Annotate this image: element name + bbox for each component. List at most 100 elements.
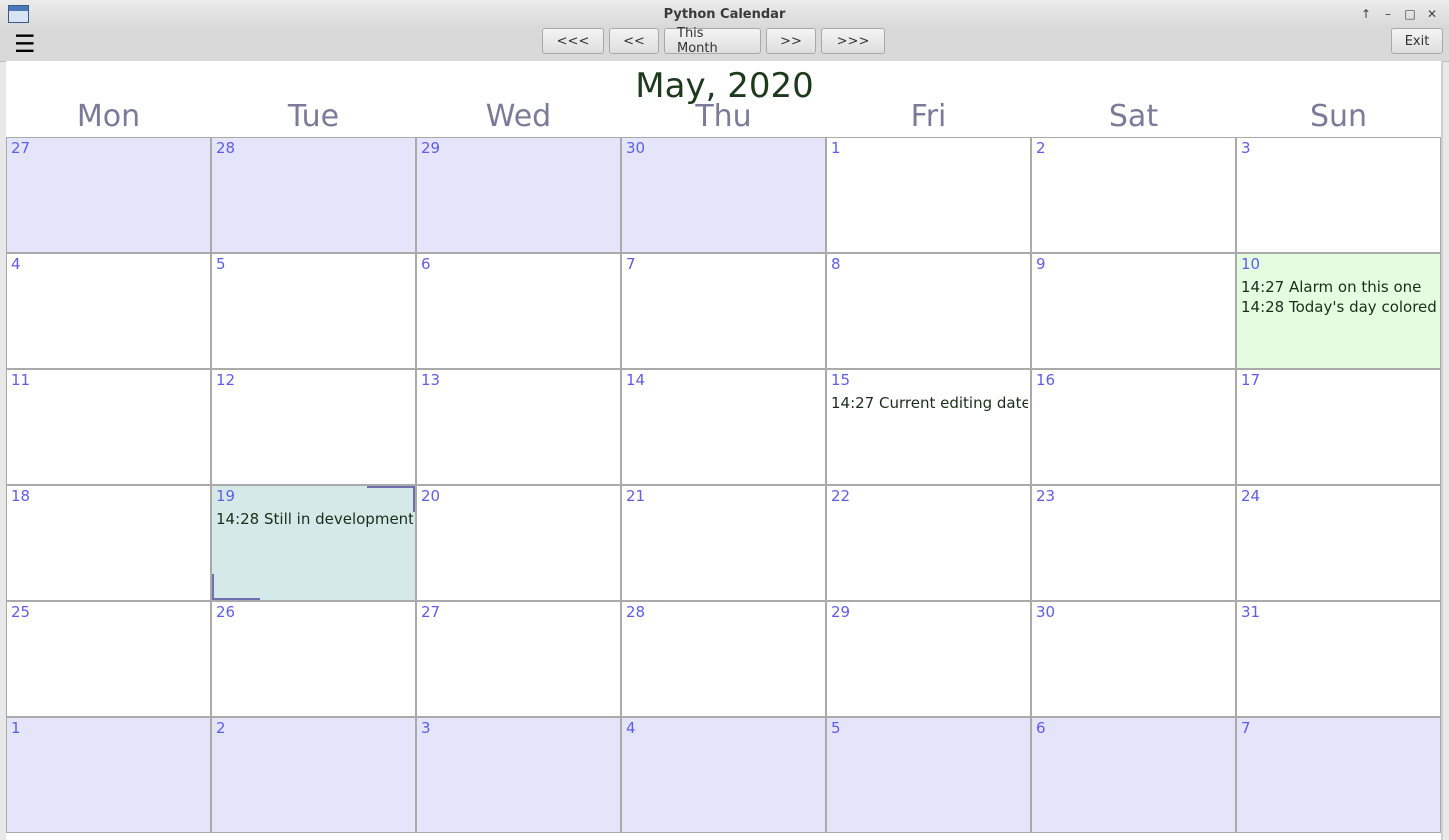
calendar-view: May, 2020 Mon Tue Wed Thu Fri Sat Sun 27 28 29 30… — [6, 61, 1443, 840]
day-cell[interactable]: 17 — [1236, 369, 1441, 485]
day-number: 26 — [216, 603, 236, 621]
day-cell[interactable]: 5 — [826, 717, 1031, 833]
window-controls: ↑ – □ ✕ — [1355, 5, 1443, 23]
day-number: 15 — [831, 371, 851, 389]
exit-button[interactable]: Exit — [1391, 28, 1443, 54]
day-number: 5 — [216, 255, 226, 273]
day-cell[interactable]: 26 — [211, 601, 416, 717]
day-number: 9 — [1036, 255, 1046, 273]
day-cell[interactable]: 31 — [1236, 601, 1441, 717]
day-number: 7 — [1241, 719, 1251, 737]
day-cell[interactable]: 13 — [416, 369, 621, 485]
calendar-event[interactable]: 14:27 Current editing date h — [831, 394, 1028, 412]
hamburger-menu-icon[interactable]: ☰ — [14, 32, 36, 56]
day-cell[interactable]: 19 14:28 Still in development — [211, 485, 416, 601]
day-cell[interactable]: 1 — [826, 137, 1031, 253]
window-title: Python Calendar — [663, 7, 786, 22]
day-cell[interactable]: 23 — [1031, 485, 1236, 601]
next-year-button[interactable]: >>> — [821, 28, 885, 54]
day-number: 21 — [626, 487, 646, 505]
day-number: 6 — [1036, 719, 1046, 737]
day-number: 3 — [421, 719, 431, 737]
day-cell[interactable]: 12 — [211, 369, 416, 485]
day-number: 16 — [1036, 371, 1056, 389]
day-number: 23 — [1036, 487, 1056, 505]
weekday-header-3: Thu — [695, 99, 752, 134]
day-number: 29 — [831, 603, 851, 621]
day-cell[interactable]: 6 — [416, 253, 621, 369]
day-cell[interactable]: 29 — [416, 137, 621, 253]
day-number: 6 — [421, 255, 431, 273]
day-cell[interactable]: 15 14:27 Current editing date h — [826, 369, 1031, 485]
day-number: 14 — [626, 371, 646, 389]
month-navigation: <<< << This Month >> >>> — [542, 26, 885, 56]
day-number: 13 — [421, 371, 441, 389]
weekday-header-4: Fri — [910, 99, 947, 134]
scroll-edge — [1441, 61, 1443, 840]
day-cell[interactable]: 7 — [1236, 717, 1441, 833]
day-number: 27 — [11, 139, 31, 157]
day-cell[interactable]: 1 — [6, 717, 211, 833]
day-number: 8 — [831, 255, 841, 273]
day-cell[interactable]: 2 — [1031, 137, 1236, 253]
day-number: 1 — [831, 139, 841, 157]
day-number: 31 — [1241, 603, 1261, 621]
shade-icon[interactable]: ↑ — [1355, 5, 1377, 23]
prev-month-button[interactable]: << — [609, 28, 659, 54]
prev-year-button[interactable]: <<< — [542, 28, 604, 54]
day-cell[interactable]: 7 — [621, 253, 826, 369]
minimize-icon[interactable]: – — [1377, 5, 1399, 23]
editing-corner-marker — [367, 486, 415, 512]
calendar-event[interactable]: 14:28 Today's day colored — [1241, 298, 1438, 316]
day-cell[interactable]: 30 — [621, 137, 826, 253]
toolbar: ☰ <<< << This Month >> >>> Exit — [0, 26, 1449, 62]
next-month-button[interactable]: >> — [766, 28, 816, 54]
day-cell[interactable]: 27 — [6, 137, 211, 253]
day-cell[interactable]: 5 — [211, 253, 416, 369]
day-cell[interactable]: 4 — [621, 717, 826, 833]
close-icon[interactable]: ✕ — [1421, 5, 1443, 23]
this-month-button[interactable]: This Month — [664, 26, 761, 56]
day-cell[interactable]: 4 — [6, 253, 211, 369]
day-number: 22 — [831, 487, 851, 505]
day-cell[interactable]: 3 — [416, 717, 621, 833]
day-cell[interactable]: 11 — [6, 369, 211, 485]
day-number: 24 — [1241, 487, 1261, 505]
day-cell[interactable]: 14 — [621, 369, 826, 485]
day-cell[interactable]: 21 — [621, 485, 826, 601]
day-cell[interactable]: 24 — [1236, 485, 1441, 601]
day-number: 28 — [216, 139, 236, 157]
title-bar[interactable]: Python Calendar ↑ – □ ✕ — [0, 0, 1449, 29]
day-cell[interactable]: 28 — [211, 137, 416, 253]
day-cell[interactable]: 20 — [416, 485, 621, 601]
day-cell[interactable]: 3 — [1236, 137, 1441, 253]
calendar-window: Python Calendar ↑ – □ ✕ ☰ <<< << This Mo… — [0, 0, 1449, 840]
day-cell[interactable]: 10 14:27 Alarm on this one 14:28 Today's d… — [1236, 253, 1441, 369]
day-cell[interactable]: 9 — [1031, 253, 1236, 369]
day-cell[interactable]: 30 — [1031, 601, 1236, 717]
day-cell[interactable]: 28 — [621, 601, 826, 717]
day-number: 18 — [11, 487, 31, 505]
weekday-header-6: Sun — [1309, 99, 1368, 134]
day-cell[interactable]: 29 — [826, 601, 1031, 717]
calendar-event[interactable]: 14:27 Alarm on this one — [1241, 278, 1438, 296]
day-cell[interactable]: 8 — [826, 253, 1031, 369]
day-cell[interactable]: 22 — [826, 485, 1031, 601]
day-number: 29 — [421, 139, 441, 157]
day-number: 30 — [626, 139, 646, 157]
day-number: 4 — [626, 719, 636, 737]
calendar-event[interactable]: 14:28 Still in development — [216, 510, 413, 528]
day-cell[interactable]: 25 — [6, 601, 211, 717]
day-cell[interactable]: 6 — [1031, 717, 1236, 833]
day-cell[interactable]: 27 — [416, 601, 621, 717]
day-number: 2 — [1036, 139, 1046, 157]
weekday-header-2: Wed — [485, 99, 552, 134]
day-cell[interactable]: 2 — [211, 717, 416, 833]
day-number: 12 — [216, 371, 236, 389]
day-number: 2 — [216, 719, 226, 737]
maximize-icon[interactable]: □ — [1399, 5, 1421, 23]
editing-corner-marker — [212, 574, 260, 600]
day-cell[interactable]: 18 — [6, 485, 211, 601]
day-number: 30 — [1036, 603, 1056, 621]
day-cell[interactable]: 16 — [1031, 369, 1236, 485]
